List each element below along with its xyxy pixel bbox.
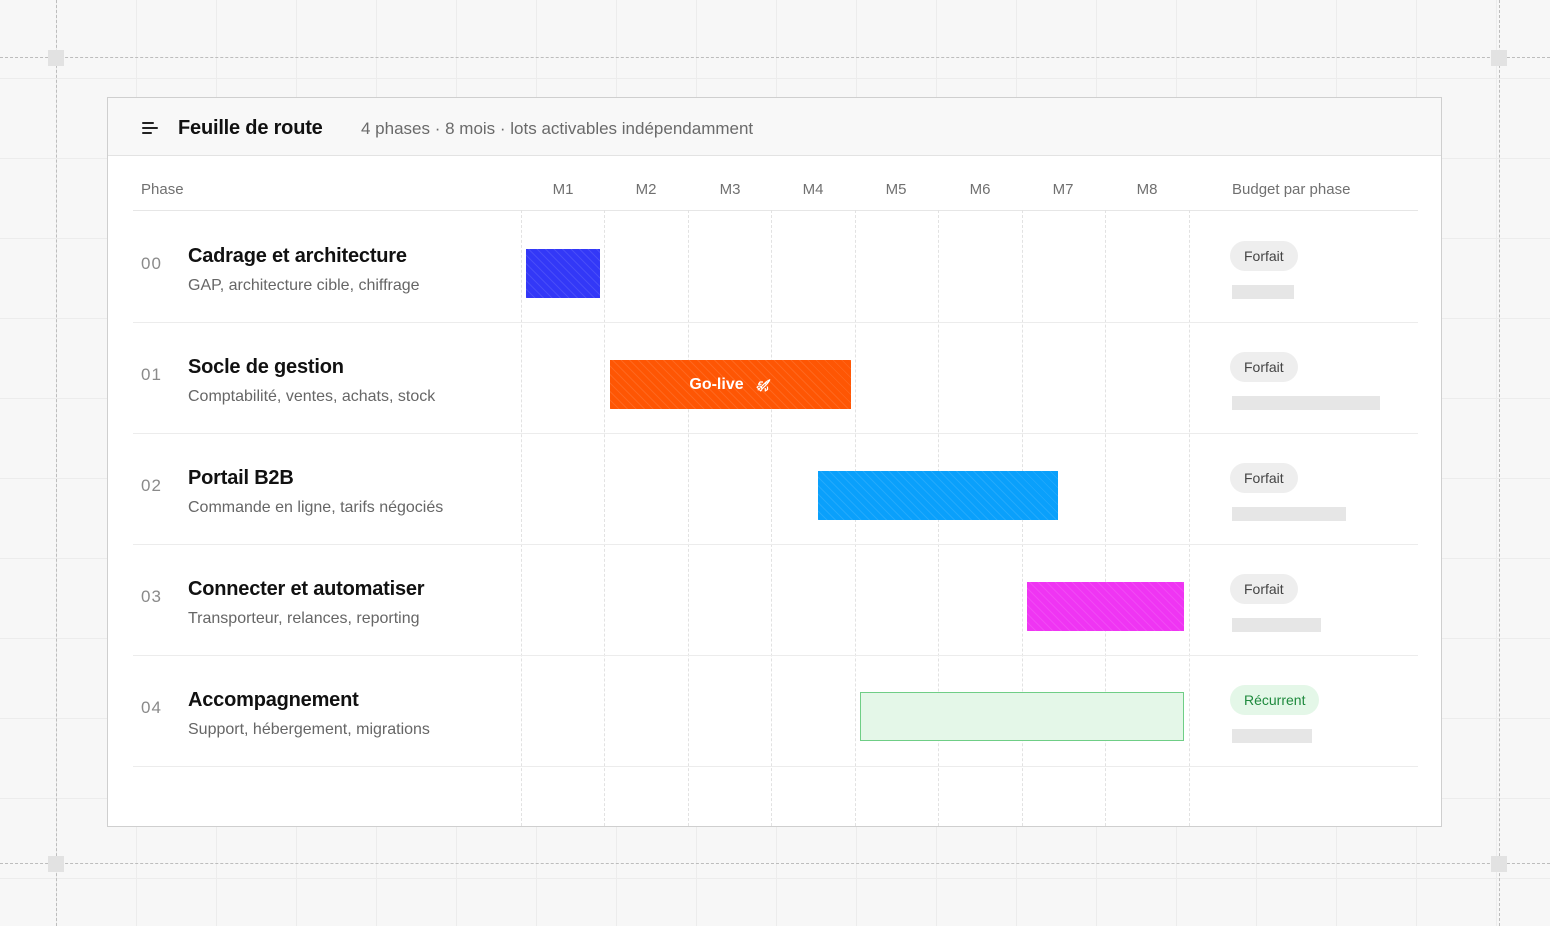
phase-description: GAP, architecture cible, chiffrage [188, 277, 420, 294]
phase-title: Accompagnement [188, 689, 359, 711]
month-gridline [604, 210, 605, 826]
phase-title: Portail B2B [188, 467, 294, 489]
column-header-month: M7 [1052, 181, 1074, 198]
phase-title: Socle de gestion [188, 356, 344, 378]
phase-number: 03 [141, 587, 162, 606]
month-gridline [1189, 210, 1190, 826]
month-gridline [771, 210, 772, 826]
budget-bar [1232, 285, 1294, 299]
row-divider [133, 322, 1418, 323]
phase-number: 04 [141, 698, 162, 717]
card-header: Feuille de route 4 phases · 8 mois · lot… [108, 98, 1441, 156]
phase-description: Support, hébergement, migrations [188, 721, 430, 738]
column-header-month: M5 [885, 181, 907, 198]
row-divider [133, 433, 1418, 434]
header-divider [133, 210, 1418, 211]
gantt-bar[interactable] [818, 471, 1058, 520]
column-header-month: M1 [552, 181, 574, 198]
month-gridline [521, 210, 522, 826]
budget-badge: Récurrent [1230, 685, 1320, 715]
budget-badge: Forfait [1230, 352, 1298, 382]
corner-handle-tr [1491, 50, 1507, 66]
column-header-month: M6 [969, 181, 991, 198]
guide-line-left [56, 0, 57, 926]
page-title: Feuille de route [178, 117, 323, 139]
budget-bar [1232, 507, 1346, 521]
budget-badge: Forfait [1230, 574, 1298, 604]
column-header-month: M8 [1136, 181, 1158, 198]
phase-title: Connecter et automatiser [188, 578, 425, 600]
phase-number: 01 [141, 365, 162, 384]
page-subtitle: 4 phases · 8 mois · lots activables indé… [361, 119, 754, 138]
guide-line-top [0, 57, 1550, 58]
row-divider [133, 655, 1418, 656]
corner-handle-br [1491, 856, 1507, 872]
phase-description: Comptabilité, ventes, achats, stock [188, 388, 436, 405]
rocket-icon [756, 378, 770, 392]
gantt-bar[interactable] [526, 249, 600, 298]
budget-bar [1232, 729, 1312, 743]
guide-line-right [1499, 0, 1500, 926]
gantt-bar[interactable] [1027, 582, 1184, 631]
budget-badge: Forfait [1230, 463, 1298, 493]
column-header-budget: Budget par phase [1232, 181, 1351, 198]
gantt-bar[interactable] [860, 692, 1184, 741]
phase-number: 00 [141, 254, 162, 273]
budget-badge: Forfait [1230, 241, 1298, 271]
phase-number: 02 [141, 476, 162, 495]
budget-bar [1232, 618, 1321, 632]
month-gridline [688, 210, 689, 826]
corner-handle-bl [48, 856, 64, 872]
column-header-month: M4 [802, 181, 824, 198]
go-live-label: Go-live [689, 375, 744, 393]
row-divider [133, 766, 1418, 767]
column-header-month: M3 [719, 181, 741, 198]
column-header-month: M2 [635, 181, 657, 198]
phase-description: Transporteur, relances, reporting [188, 610, 420, 627]
roadmap-card: Feuille de route 4 phases · 8 mois · lot… [107, 97, 1442, 827]
budget-bar [1232, 396, 1380, 410]
gantt-bar[interactable]: Go-live [610, 360, 851, 409]
row-divider [133, 544, 1418, 545]
corner-handle-tl [48, 50, 64, 66]
guide-line-bottom [0, 863, 1550, 864]
column-header-phase: Phase [141, 181, 184, 198]
menu-icon[interactable] [142, 122, 158, 134]
phase-description: Commande en ligne, tarifs négociés [188, 499, 444, 516]
phase-title: Cadrage et architecture [188, 245, 407, 267]
